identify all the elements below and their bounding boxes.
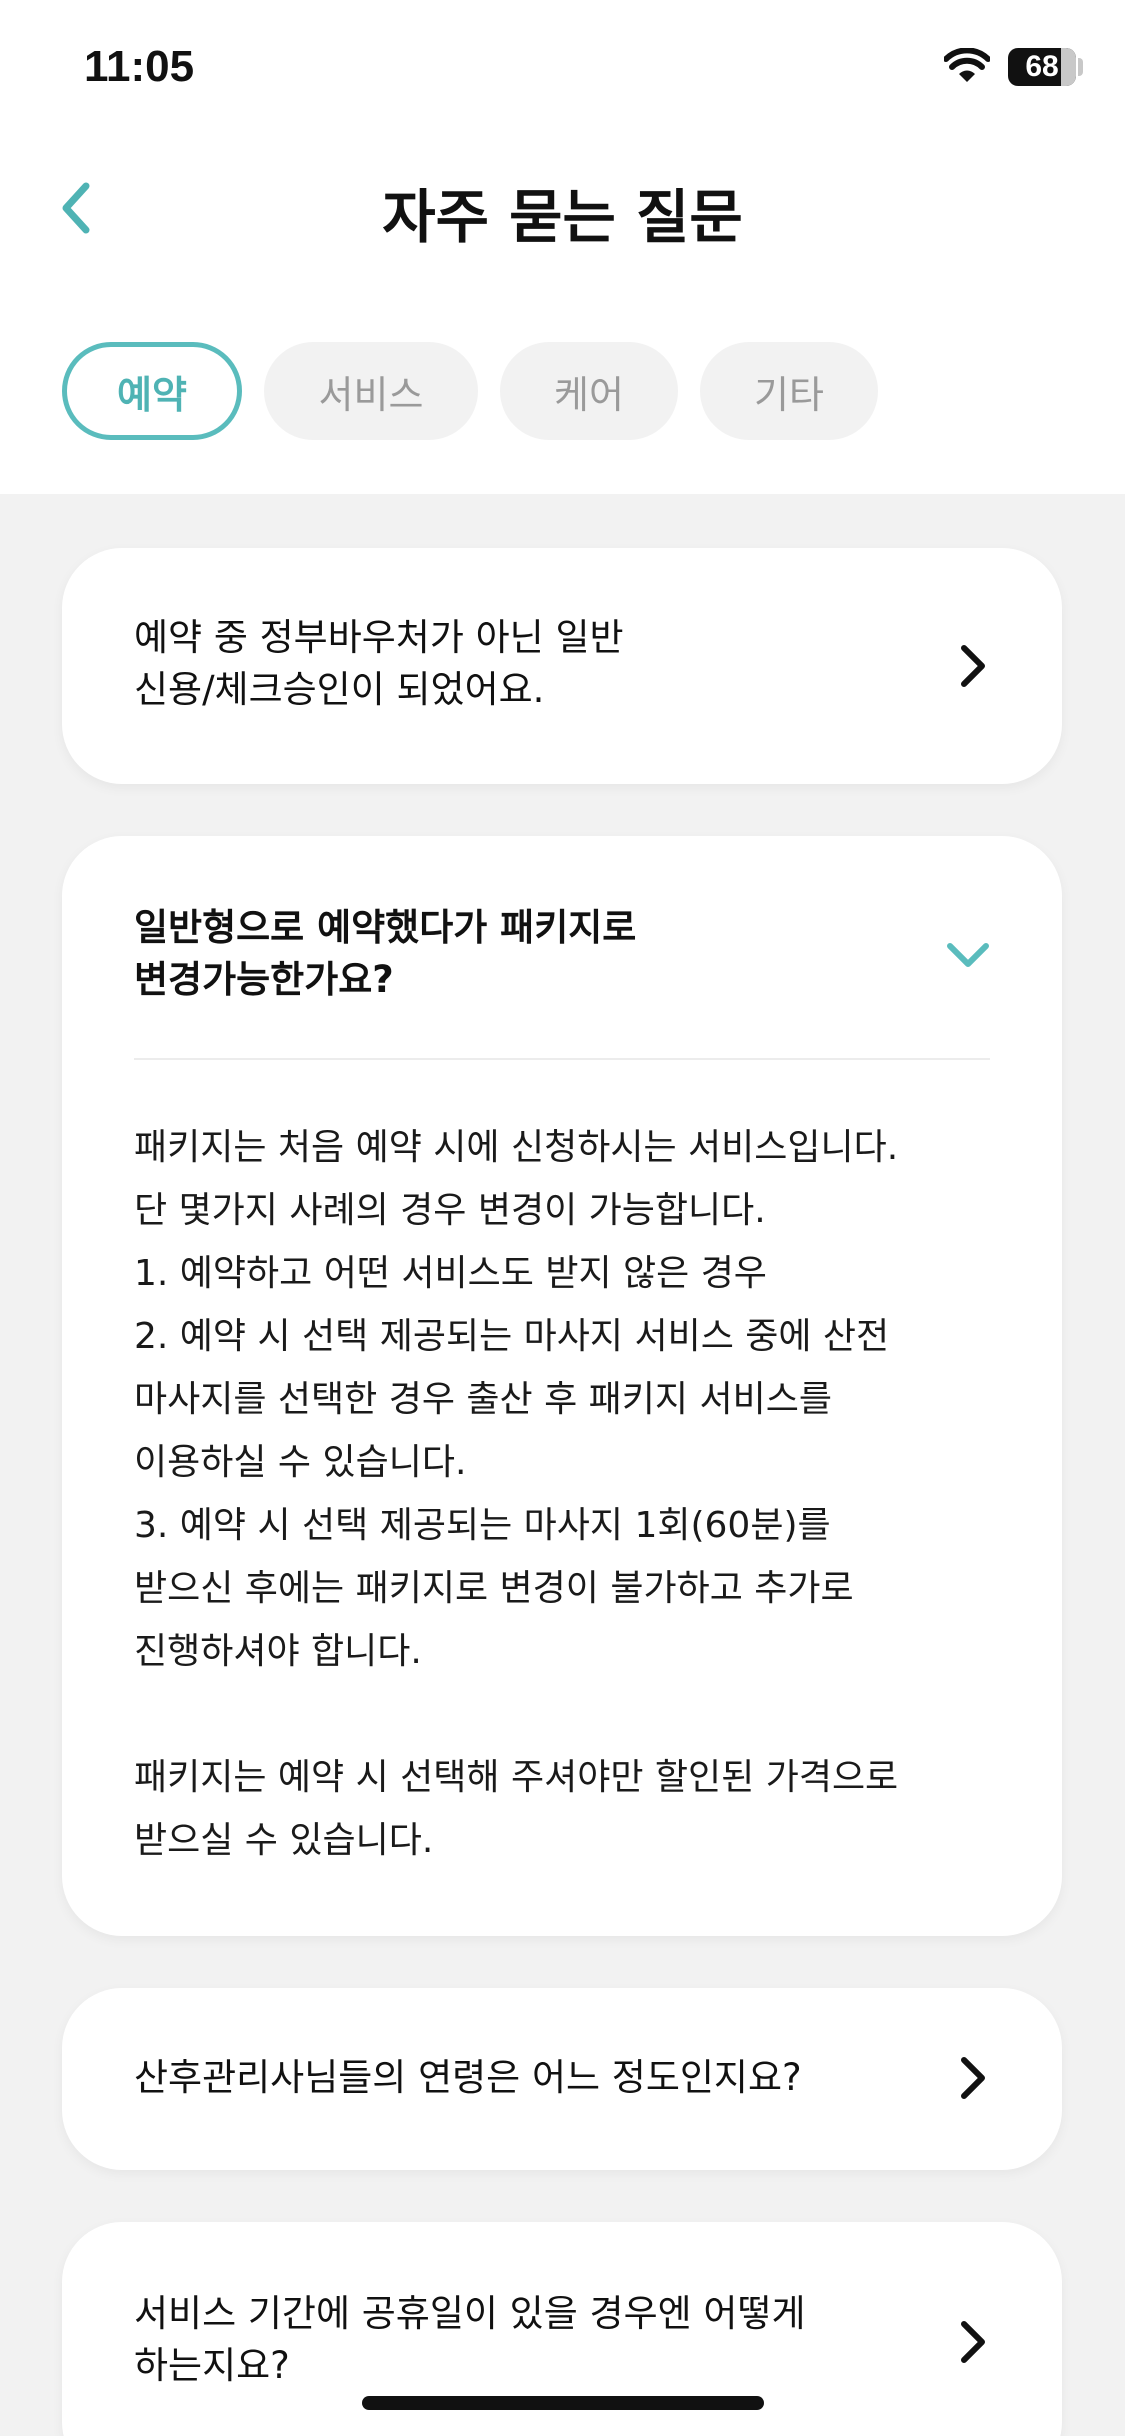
faq-question: 서비스 기간에 공휴일이 있을 경우엔 어떻게 하는지요?: [134, 2292, 806, 2387]
divider: [134, 1058, 990, 1060]
tab-reservation[interactable]: 예약: [62, 342, 242, 440]
faq-item[interactable]: 예약 중 정부바우처가 아닌 일반 신용/체크승인이 되었어요.: [62, 548, 1062, 784]
battery-icon: 68: [1008, 48, 1076, 86]
tab-care[interactable]: 케어: [500, 342, 678, 440]
page-title: 자주 묻는 질문: [382, 183, 743, 251]
status-time: 11:05: [84, 42, 195, 91]
chevron-right-icon: [961, 2321, 985, 2363]
tab-other[interactable]: 기타: [700, 342, 878, 440]
battery-level: 68: [1025, 50, 1059, 83]
faq-answer: 패키지는 처음 예약 시에 신청하시는 서비스입니다. 단 몇가지 사례의 경우…: [134, 1127, 899, 1861]
home-indicator: [362, 2396, 764, 2410]
wifi-icon: [944, 48, 990, 82]
faq-question: 산후관리사님들의 연령은 어느 정도인지요?: [134, 2056, 802, 2099]
faq-question: 일반형으로 예약했다가 패키지로 변경가능한가요?: [134, 906, 637, 1001]
tab-service[interactable]: 서비스: [264, 342, 478, 440]
chevron-right-icon: [961, 645, 985, 687]
top-section: 11:05 68 자주 묻는 질문 예약 서비스 케어 기타: [0, 0, 1125, 494]
faq-item[interactable]: 산후관리사님들의 연령은 어느 정도인지요?: [62, 1988, 1062, 2170]
faq-question: 예약 중 정부바우처가 아닌 일반 신용/체크승인이 되었어요.: [134, 616, 624, 711]
faq-item-expanded[interactable]: 일반형으로 예약했다가 패키지로 변경가능한가요? 패키지는 처음 예약 시에 …: [62, 836, 1062, 1936]
chevron-down-icon: [947, 943, 989, 967]
battery-nub: [1078, 58, 1083, 76]
category-tabs: 예약 서비스 케어 기타: [62, 342, 878, 440]
chevron-right-icon: [961, 2057, 985, 2099]
